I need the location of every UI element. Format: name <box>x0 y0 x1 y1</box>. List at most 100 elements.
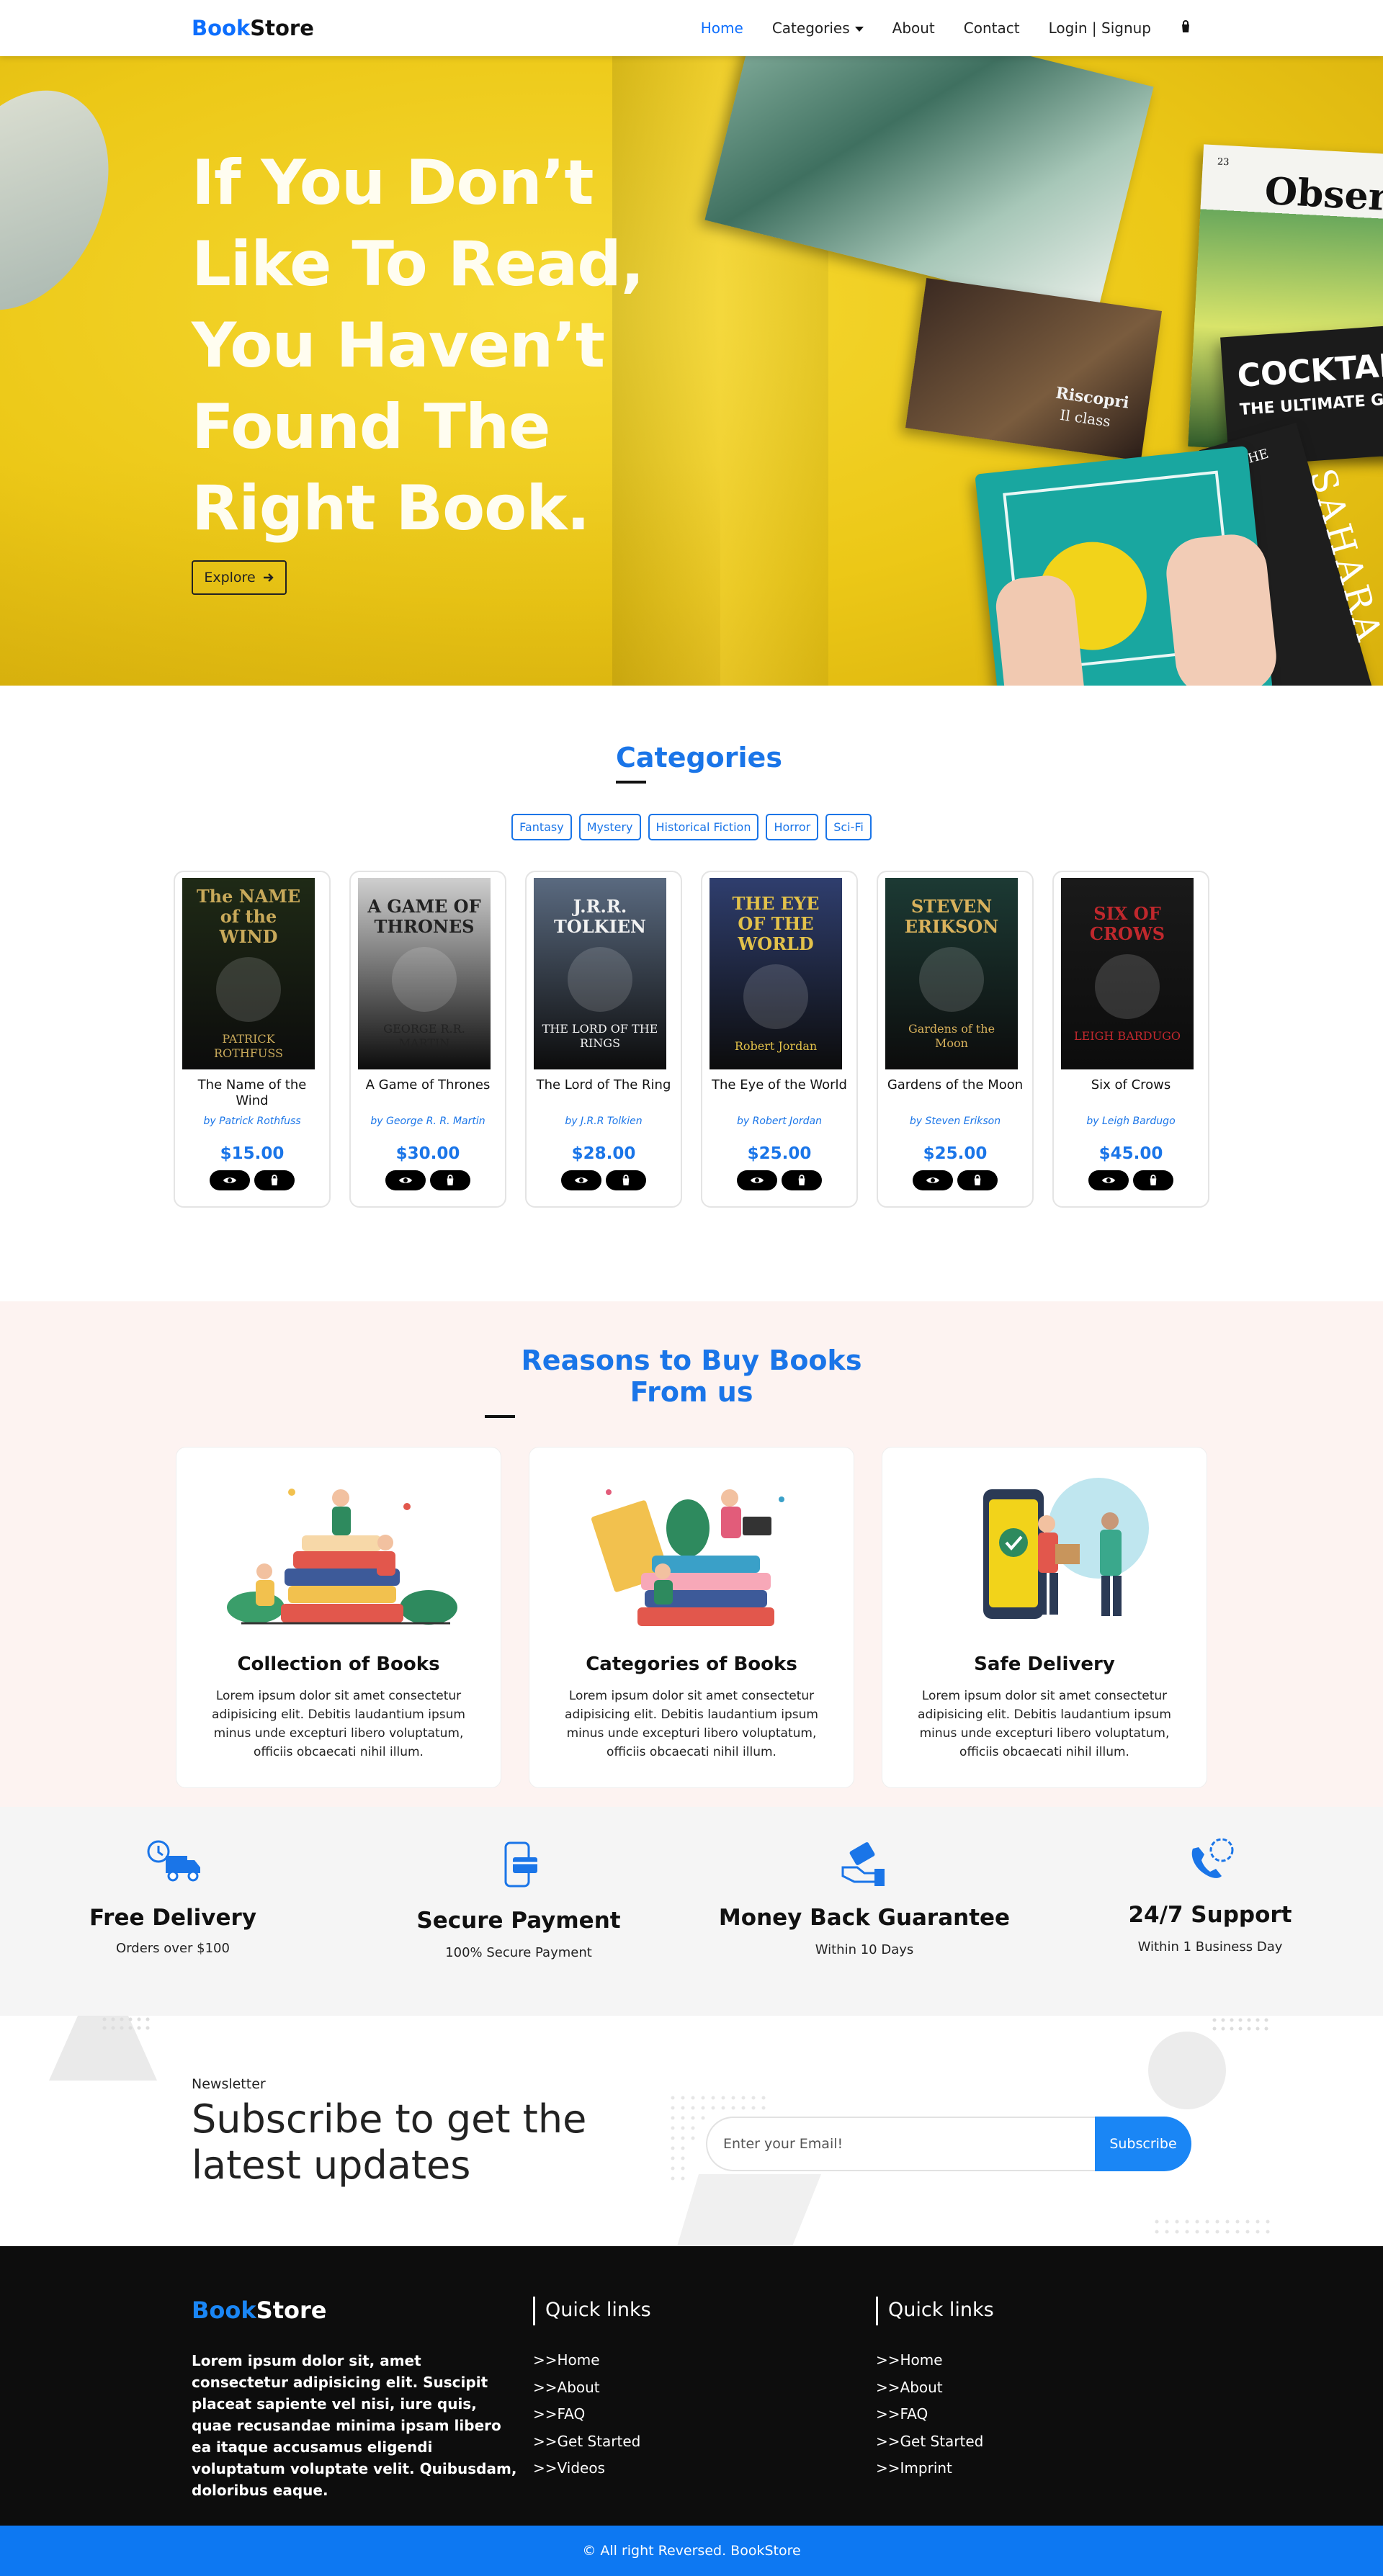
nav-contact[interactable]: Contact <box>964 19 1020 37</box>
footer-link-about[interactable]: >>About <box>876 2374 994 2402</box>
footer-link-about[interactable]: >>About <box>533 2374 651 2402</box>
footer-link-imprint[interactable]: >>Imprint <box>876 2455 994 2482</box>
book-cover-image[interactable]: A GAME OF THRONES GEORGE R.R. MARTIN <box>358 878 491 1069</box>
hero-banner: Riscopri Il class Observ 23 COCKTAI THE … <box>0 56 1383 686</box>
feature-support: 24/7 Support Within 1 Business Day <box>1037 1807 1383 2016</box>
book-cover-image[interactable]: The NAME of the WIND PATRICK ROTHFUSS <box>182 878 315 1069</box>
footer-link-home[interactable]: >>Home <box>533 2347 651 2374</box>
logo[interactable]: BookStore <box>192 16 314 40</box>
view-button[interactable] <box>210 1170 250 1190</box>
book-cover-image[interactable]: STEVEN ERIKSON Gardens of the Moon <box>885 878 1018 1069</box>
book-author-by: by <box>370 1116 383 1127</box>
book-actions <box>351 1170 505 1190</box>
category-filters: Fantasy Mystery Historical Fiction Horro… <box>0 814 1383 840</box>
book-author-name: Patrick Rothfuss <box>219 1116 301 1127</box>
nav-home[interactable]: Home <box>701 19 743 37</box>
feature-title: Secure Payment <box>416 1908 621 1934</box>
footer-link-get-started[interactable]: >>Get Started <box>876 2428 994 2456</box>
hero-headline-line-3: You Haven’t <box>192 310 605 382</box>
book-grid: The NAME of the WIND PATRICK ROTHFUSS Th… <box>0 871 1383 1208</box>
shopping-bag-icon <box>974 1175 981 1185</box>
add-to-cart-button[interactable] <box>254 1170 295 1190</box>
book-cover-art <box>919 947 984 1012</box>
book-cover-bottom-text: Gardens of the Moon <box>908 1022 995 1050</box>
reason-heading: Categories of Books <box>586 1653 797 1675</box>
view-button[interactable] <box>561 1170 601 1190</box>
feature-subtitle: 100% Secure Payment <box>445 1945 592 1960</box>
book-author-name: George R. R. Martin <box>385 1116 485 1127</box>
hero-headline: If You Don’t Like To Read, You Haven’t F… <box>192 143 667 549</box>
navbar: BookStore Home Categories About Contact … <box>0 0 1383 56</box>
nav-login-signup[interactable]: Login | Signup <box>1049 19 1151 37</box>
email-input[interactable] <box>706 2117 1109 2171</box>
subscribe-button[interactable]: Subscribe <box>1095 2117 1191 2171</box>
categories-title-text: Categories <box>616 742 782 773</box>
book-price: $25.00 <box>923 1144 988 1163</box>
book-card[interactable]: The NAME of the WIND PATRICK ROTHFUSS Th… <box>174 871 331 1208</box>
filter-mystery[interactable]: Mystery <box>578 814 641 840</box>
book-cover-art <box>568 947 632 1012</box>
footer-link-home[interactable]: >>Home <box>876 2347 994 2374</box>
book-price: $45.00 <box>1098 1144 1163 1163</box>
book-author: by Patrick Rothfuss <box>175 1116 329 1127</box>
book-title: Gardens of the Moon <box>887 1077 1024 1092</box>
filter-historical-fiction[interactable]: Historical Fiction <box>648 814 759 840</box>
footer-link-faq[interactable]: >>FAQ <box>533 2401 651 2428</box>
book-cover-image[interactable]: THE EYE OF THE WORLD Robert Jordan <box>710 878 842 1069</box>
footer-link-get-started[interactable]: >>Get Started <box>533 2428 651 2456</box>
footer-logo-book: Book <box>192 2297 256 2324</box>
hero-plate-decor <box>0 62 143 338</box>
chevron-down-icon <box>854 27 864 32</box>
book-cover-bottom-text: THE LORD OF THE RINGS <box>542 1022 658 1050</box>
book-cover-image[interactable]: J.R.R. TOLKIEN THE LORD OF THE RINGS <box>534 878 666 1069</box>
book-cover-art <box>743 964 808 1029</box>
book-card[interactable]: A GAME OF THRONES GEORGE R.R. MARTIN A G… <box>349 871 506 1208</box>
footer-link-faq[interactable]: >>FAQ <box>876 2401 994 2428</box>
title-underline <box>616 781 646 784</box>
view-button[interactable] <box>385 1170 426 1190</box>
nav-categories[interactable]: Categories <box>772 19 864 37</box>
explore-button[interactable]: Explore <box>192 560 287 595</box>
newsletter-label: Newsletter <box>192 2076 266 2092</box>
book-title: Six of Crows <box>1091 1077 1171 1092</box>
view-button[interactable] <box>913 1170 953 1190</box>
book-cover-top-text: THE EYE OF THE WORLD <box>732 893 820 954</box>
feature-title: 24/7 Support <box>1128 1902 1292 1928</box>
hero-mag-classic-text: Il class <box>1058 405 1112 431</box>
book-author: by George R. R. Martin <box>351 1116 505 1127</box>
add-to-cart-button[interactable] <box>1133 1170 1173 1190</box>
nav-about[interactable]: About <box>892 19 935 37</box>
book-price: $30.00 <box>395 1144 460 1163</box>
books-stack-reading-illustration <box>227 1489 457 1625</box>
safe-delivery-illustration <box>983 1478 1149 1619</box>
filter-fantasy[interactable]: Fantasy <box>511 814 572 840</box>
add-to-cart-button[interactable] <box>606 1170 646 1190</box>
footer-logo[interactable]: BookStore <box>192 2297 326 2324</box>
filter-horror[interactable]: Horror <box>766 814 819 840</box>
footer-link-videos[interactable]: >>Videos <box>533 2455 651 2482</box>
cart-button[interactable] <box>1180 19 1191 37</box>
arrow-right-icon <box>263 573 274 582</box>
book-card[interactable]: THE EYE OF THE WORLD Robert Jordan The E… <box>701 871 858 1208</box>
filter-sci-fi[interactable]: Sci-Fi <box>825 814 872 840</box>
add-to-cart-button[interactable] <box>957 1170 998 1190</box>
hero-headline-line-1: If You Don’t <box>192 147 594 219</box>
book-cover-image[interactable]: SIX OF CROWS LEIGH BARDUGO <box>1061 878 1194 1069</box>
nav-links: Home Categories About Contact Login | Si… <box>701 19 1191 37</box>
view-button[interactable] <box>1088 1170 1129 1190</box>
book-card[interactable]: J.R.R. TOLKIEN THE LORD OF THE RINGS The… <box>525 871 682 1208</box>
book-card[interactable]: STEVEN ERIKSON Gardens of the Moon Garde… <box>877 871 1034 1208</box>
shopping-bag-icon <box>1182 20 1189 32</box>
footer-col-title: Quick links <box>533 2297 651 2325</box>
book-card[interactable]: SIX OF CROWS LEIGH BARDUGO Six of Crows … <box>1052 871 1209 1208</box>
logo-store: Store <box>250 16 314 40</box>
add-to-cart-button[interactable] <box>782 1170 822 1190</box>
footer-description: Lorem ipsum dolor sit, amet consectetur … <box>192 2352 517 2499</box>
book-cover-art <box>392 947 457 1012</box>
feature-title: Free Delivery <box>89 1905 257 1931</box>
book-author-name: Leigh Bardugo <box>1101 1116 1176 1127</box>
dots-decor <box>1212 2018 1268 2031</box>
add-to-cart-button[interactable] <box>430 1170 470 1190</box>
view-button[interactable] <box>737 1170 777 1190</box>
book-title: A Game of Thrones <box>365 1077 491 1092</box>
